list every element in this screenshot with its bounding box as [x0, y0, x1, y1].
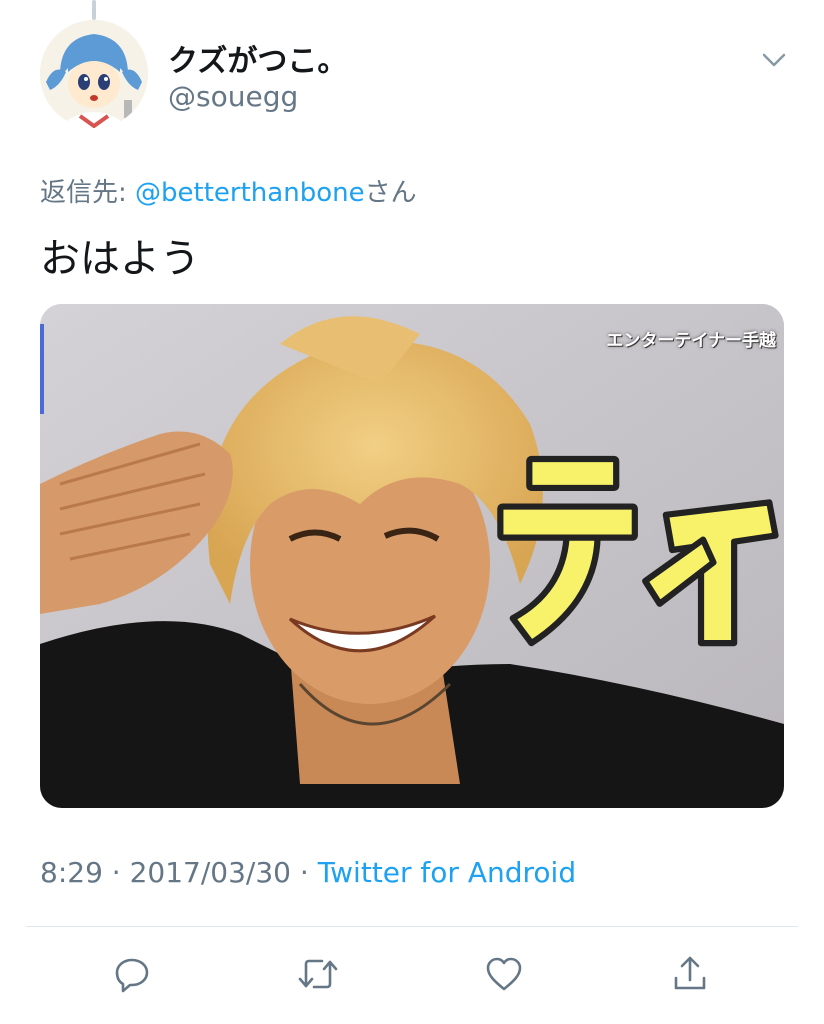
- like-button[interactable]: [476, 946, 532, 1002]
- retweet-button[interactable]: [290, 946, 346, 1002]
- share-icon: [674, 956, 706, 990]
- reply-icon: [115, 958, 149, 993]
- user-handle[interactable]: @souegg: [168, 80, 298, 113]
- divider: [26, 926, 798, 927]
- reply-suffix: さん: [364, 178, 417, 208]
- reply-button[interactable]: [104, 946, 160, 1002]
- share-button[interactable]: [662, 946, 718, 1002]
- reply-context: 返信先: @betterthanboneさん: [40, 172, 417, 209]
- tweet-time: 8:29: [40, 856, 103, 889]
- tweet-detail: クズがつこ。 @souegg 返信先: @betterthanboneさん おは…: [0, 0, 824, 1024]
- media-overlay-text: [497, 455, 779, 647]
- avatar[interactable]: [40, 20, 148, 128]
- reply-mention-link[interactable]: @betterthanbone: [135, 178, 365, 208]
- meta-separator: ·: [290, 856, 318, 889]
- retweet-icon: [298, 959, 338, 989]
- tweet-source-link[interactable]: Twitter for Android: [318, 856, 576, 889]
- action-bar: [0, 946, 824, 1002]
- thread-connector-line: [92, 0, 96, 20]
- tweet-meta: 8:29 · 2017/03/30 · Twitter for Android: [40, 856, 576, 889]
- meta-separator: ·: [102, 856, 130, 889]
- tweet-text: おはよう: [40, 236, 200, 282]
- display-name[interactable]: クズがつこ。: [168, 36, 347, 80]
- chevron-down-icon[interactable]: [760, 48, 788, 72]
- reply-prefix: 返信先:: [40, 178, 136, 208]
- media-caption: エンターテイナー手越: [606, 331, 776, 351]
- heart-icon: [486, 957, 522, 991]
- tweet-date: 2017/03/30: [129, 856, 291, 889]
